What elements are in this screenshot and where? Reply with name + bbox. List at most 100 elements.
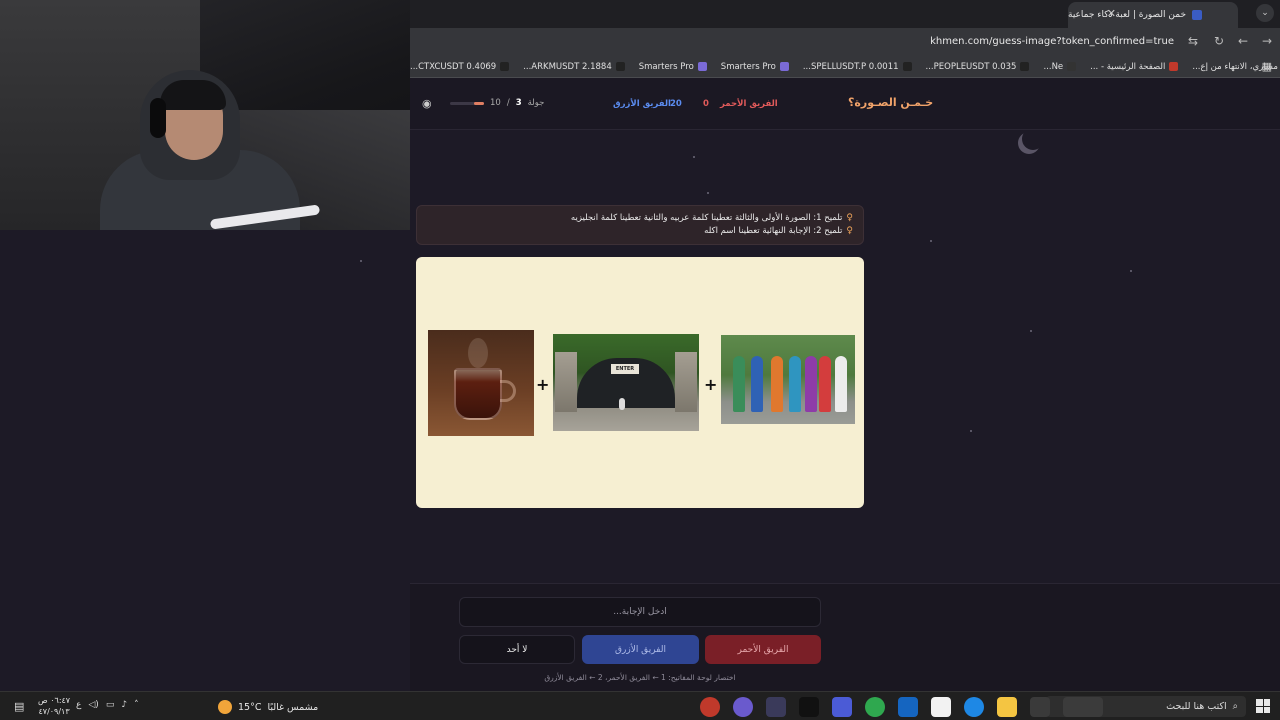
- star-decoration: [693, 156, 695, 158]
- star-decoration: [707, 192, 709, 194]
- volume-icon[interactable]: ◁): [88, 700, 98, 710]
- weather-temp: 15°C: [238, 701, 262, 713]
- edge-icon[interactable]: [964, 697, 984, 717]
- reload-icon[interactable]: ↻: [1214, 34, 1224, 48]
- red-team-label: الفريق الأحمر: [720, 99, 778, 109]
- screen: + خمن الصورة | لعبة ذكاء جماعية ✕ ⌄ → ← …: [0, 0, 1280, 720]
- moon-decoration: [1022, 128, 1044, 150]
- bookmark-label: Smarters Pro: [720, 61, 776, 72]
- game-logo: خـمـن الصـورة؟: [848, 96, 934, 109]
- store-icon[interactable]: [931, 697, 951, 717]
- sun-icon: [218, 700, 232, 714]
- task-view-icon[interactable]: [1030, 697, 1050, 717]
- bookmark-favicon-icon: [1067, 62, 1077, 71]
- outlook-icon[interactable]: [898, 697, 918, 717]
- forward-arrow-icon[interactable]: ←: [1238, 34, 1248, 48]
- runner-figure: [733, 356, 745, 412]
- round-progress-bar: [450, 101, 484, 105]
- taskbar-app-icon[interactable]: [700, 697, 720, 717]
- tea-steam: [468, 338, 488, 368]
- webcam-headphone: [150, 98, 166, 138]
- bookmark-item[interactable]: Smarters Pro: [639, 62, 707, 72]
- puzzle-image-runners: [721, 335, 855, 424]
- blue-team-button[interactable]: الفريق الأزرق: [582, 635, 699, 664]
- tab-close-icon[interactable]: ✕: [1107, 7, 1116, 20]
- eye-icon[interactable]: ◉: [422, 97, 432, 110]
- tab-search-menu-icon[interactable]: ⌄: [1256, 4, 1274, 22]
- bookmark-item[interactable]: PEOPLEUSDT 0.035...: [926, 62, 1030, 72]
- round-indicator: 10 / 3 جولة: [450, 98, 544, 108]
- bookmark-favicon-icon: [902, 62, 912, 71]
- webcam-person-hair: [160, 80, 226, 110]
- gate-pillar: [675, 352, 697, 412]
- bookmark-item[interactable]: Smarters Pro: [721, 62, 789, 72]
- tab-favicon-icon: [1192, 10, 1203, 20]
- bookmark-favicon-icon: [779, 62, 789, 71]
- mic-icon[interactable]: ♪: [121, 700, 127, 710]
- star-decoration: [1130, 270, 1132, 272]
- webcam-overlay: [0, 0, 410, 230]
- bookmark-item[interactable]: CTXCUSDT 0.4069...: [410, 62, 510, 72]
- taskbar-app-icon[interactable]: [733, 697, 753, 717]
- taskbar-weather[interactable]: 15°C مشمس غالبًا: [218, 700, 318, 714]
- browser-tab-active[interactable]: خمن الصورة | لعبة ذكاء جماعية: [1068, 2, 1238, 28]
- windows-taskbar: ⌕ اكتب هنا للبحث 15°C مشمس غالبًا ع ◁) ▭: [0, 691, 1280, 720]
- notification-icon[interactable]: ▤: [14, 700, 24, 713]
- bookmark-item[interactable]: Ne...: [1043, 61, 1077, 72]
- copilot-icon[interactable]: [1063, 697, 1103, 717]
- file-explorer-icon[interactable]: [997, 697, 1017, 717]
- bookmark-label: Ne...: [1043, 61, 1064, 72]
- runner-figure: [789, 356, 801, 412]
- red-team-button[interactable]: الفريق الأحمر: [705, 635, 821, 664]
- answer-input[interactable]: [459, 597, 821, 627]
- apps-grid-icon[interactable]: ▦: [1262, 60, 1272, 73]
- bookmark-favicon-icon: [1169, 62, 1179, 71]
- url-field[interactable]: khmen.com/guess-image?token_confirmed=tr…: [930, 36, 1174, 47]
- taskbar-app-icon[interactable]: [832, 697, 852, 717]
- taskbar-search-placeholder: اكتب هنا للبحث: [1166, 701, 1227, 712]
- game-header: ◉ 10 / 3 جولة الفريق الأزرق 20 0 الفريق …: [410, 78, 1280, 130]
- tea-cup: [454, 368, 502, 420]
- tray-lang[interactable]: ع: [76, 700, 81, 710]
- red-team-score: 0: [703, 99, 709, 109]
- tiktok-icon[interactable]: [799, 697, 819, 717]
- bookmark-favicon-icon: [615, 62, 625, 71]
- plus-sign: +: [536, 375, 550, 394]
- taskbar-app-icon[interactable]: [766, 697, 786, 717]
- bookmark-label: PEOPLEUSDT 0.035...: [925, 61, 1017, 72]
- taskbar-clock[interactable]: ٠٦:٤٧ ص ٤٧/٠٩/١٣: [38, 695, 70, 717]
- keyboard-shortcut-hint: اختصار لوحة المفاتيح: 1 ← الفريق الأحمر،…: [544, 673, 736, 682]
- browser-tabbar: + خمن الصورة | لعبة ذكاء جماعية ✕ ⌄: [410, 0, 1280, 28]
- hint-item: ♀ تلميح 1: الصورة الأولى والثالثة تعطينا…: [427, 212, 853, 225]
- system-tray: ع ◁) ▭ ♪ ˄: [76, 700, 139, 710]
- hints-panel: ♀ تلميح 1: الصورة الأولى والثالثة تعطينا…: [416, 205, 864, 245]
- hint-text: تلميح 1: الصورة الأولى والثالثة تعطينا ك…: [570, 213, 843, 223]
- network-icon[interactable]: ▭: [106, 700, 115, 710]
- blue-team-label: الفريق الأزرق: [613, 99, 671, 109]
- site-settings-icon[interactable]: ⇆: [1188, 34, 1198, 48]
- no-one-button[interactable]: لا أحد: [459, 635, 575, 664]
- star-decoration: [970, 430, 972, 432]
- lightbulb-icon: ♀: [846, 213, 853, 223]
- round-current: 3: [515, 98, 522, 108]
- puzzle-image-tea: [428, 330, 534, 436]
- plus-sign: +: [704, 375, 718, 394]
- clock-date: ٤٧/٠٩/١٣: [38, 707, 70, 716]
- puzzle-image-gate: ENTER: [553, 334, 699, 431]
- star-decoration: [930, 240, 932, 242]
- tab-title: خمن الصورة | لعبة ذكاء جماعية: [1068, 10, 1187, 20]
- bookmark-item[interactable]: ARKMUSDT 2.1884...: [523, 62, 625, 72]
- back-arrow-icon[interactable]: →: [1262, 34, 1272, 48]
- bookmark-item[interactable]: الصفحة الرئيسية - ...: [1090, 61, 1179, 72]
- taskbar-apps: [700, 697, 1103, 717]
- weather-text: مشمس غالبًا: [267, 701, 319, 713]
- bookmark-label: الصفحة الرئيسية - ...: [1090, 61, 1166, 72]
- chevron-up-icon[interactable]: ˄: [134, 700, 139, 710]
- bookmark-item[interactable]: SPELLUSDT.P 0.0011...: [803, 62, 912, 72]
- windows-start-icon[interactable]: [1256, 699, 1270, 713]
- chrome-icon[interactable]: [865, 697, 885, 717]
- round-label: جولة: [527, 98, 545, 108]
- round-total: 10: [490, 98, 501, 108]
- clock-time: ٠٦:٤٧ ص: [38, 696, 71, 705]
- browser-addressbar: → ← ↻ ⇆ khmen.com/guess-image?token_conf…: [410, 28, 1280, 56]
